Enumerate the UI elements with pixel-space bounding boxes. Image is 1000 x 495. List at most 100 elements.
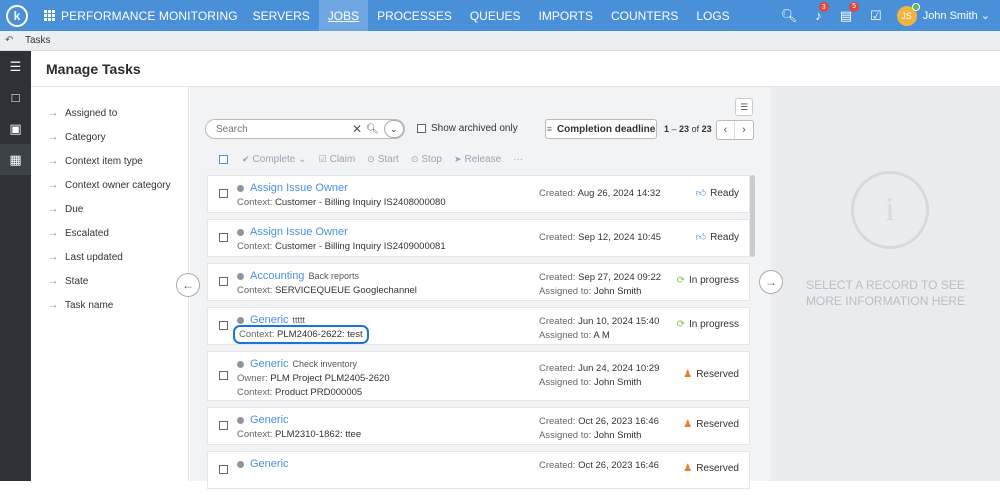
tasks-icon[interactable]: ▤ 5 <box>840 1 860 24</box>
assigned-value: A M <box>593 330 610 341</box>
created-line: Created: Sep 12, 2024 10:45 <box>539 232 661 243</box>
list-item[interactable]: Accounting Back reports Context: SERVICEQ… <box>207 263 750 301</box>
task-link[interactable]: Generic <box>250 458 289 470</box>
search-options-dropdown[interactable]: ⌄ <box>383 120 404 138</box>
show-archived-toggle[interactable]: Show archived only <box>417 123 518 134</box>
more-actions[interactable]: ··· <box>513 154 523 165</box>
list-item[interactable]: Generic Context: PLM2310-1862: ttee Crea… <box>207 407 750 445</box>
bell-icon[interactable]: ♪ 3 <box>815 2 829 23</box>
select-all-checkbox[interactable] <box>219 155 228 164</box>
clipboard-icon[interactable]: □ <box>0 82 31 113</box>
priority-dot-icon <box>237 460 244 468</box>
priority-dot-icon <box>237 184 244 192</box>
stop-action[interactable]: ⊙ Stop <box>411 154 442 165</box>
list-item[interactable]: Assign Issue Owner Context: Customer - B… <box>207 219 750 257</box>
sort-button[interactable]: ≡ Completion deadline <box>545 119 657 139</box>
thumbs-up-icon: 👍︎ <box>695 232 707 243</box>
pagination: ‹ › <box>716 120 754 140</box>
clipboard-check-icon[interactable]: ▣ <box>0 113 31 144</box>
status-label: In progress <box>688 275 739 286</box>
release-action[interactable]: ➤ Release <box>454 154 501 165</box>
priority-dot-icon <box>237 360 244 368</box>
search-input[interactable] <box>216 123 348 135</box>
avatar[interactable]: JS <box>896 2 920 26</box>
row-checkbox[interactable] <box>219 233 228 242</box>
row-meta: Created: Jun 10, 2024 15:40 Assigned to:… <box>539 316 659 344</box>
filter-escalated[interactable]: → Escalated <box>31 221 188 245</box>
collapse-left-button[interactable]: ← <box>176 273 200 297</box>
list-item[interactable]: Generic ttttt Context: PLM2406-2622: test… <box>207 307 750 345</box>
list-item[interactable]: Assign Issue Owner Context: Customer - B… <box>207 175 750 213</box>
nav-servers[interactable]: SERVERS <box>244 0 319 31</box>
clear-icon[interactable]: ✕ <box>352 122 362 136</box>
row-context: Context: PLM2310-1862: ttee <box>237 429 361 440</box>
nav-counters[interactable]: COUNTERS <box>602 0 687 31</box>
nav-logs[interactable]: LOGS <box>687 0 738 31</box>
highlighted-context: Context: PLM2406-2622: test <box>233 325 369 344</box>
filter-assigned-to[interactable]: → Assigned to <box>31 101 188 125</box>
task-link[interactable]: Generic <box>250 414 289 426</box>
nav-processes[interactable]: PROCESSES <box>368 0 461 31</box>
status-badge: ⟳ In progress <box>677 319 739 330</box>
row-checkbox[interactable] <box>219 321 228 330</box>
start-label: Start <box>377 154 399 165</box>
arrow-right-icon: → <box>48 251 58 263</box>
created-value: Jun 10, 2024 15:40 <box>578 316 660 327</box>
stop-label: Stop <box>421 154 442 165</box>
send-icon: ➤ <box>453 154 462 164</box>
next-page-button[interactable]: › <box>735 121 753 139</box>
row-checkbox[interactable] <box>219 371 228 380</box>
back-arrow-icon[interactable]: ↶ <box>5 35 19 46</box>
nav-imports[interactable]: IMPORTS <box>530 0 602 31</box>
assigned-line: Assigned to: John Smith <box>539 430 659 441</box>
filter-last-updated[interactable]: → Last updated <box>31 245 188 269</box>
brand-menu[interactable]: PERFORMANCE MONITORING <box>44 9 238 23</box>
list-scrollbar[interactable] <box>750 175 755 257</box>
search-icon[interactable]: 🔍︎ <box>366 124 379 135</box>
claim-action[interactable]: ☑ Claim <box>319 154 356 165</box>
filter-label: Task name <box>65 299 114 311</box>
task-link[interactable]: Assign Issue Owner <box>250 226 348 238</box>
filter-panel: → Assigned to → Category → Context item typ… <box>31 87 189 481</box>
collapse-right-button[interactable]: → <box>759 270 783 294</box>
nav-jobs[interactable]: JOBS <box>318 0 369 31</box>
row-checkbox[interactable] <box>219 421 228 430</box>
filter-context-item-type[interactable]: → Context item type <box>31 149 188 173</box>
prev-page-button[interactable]: ‹ <box>717 121 735 139</box>
context-value: SERVICEQUEUE Googlechannel <box>275 285 417 296</box>
list-item[interactable]: Generic Created: Oct 26, 2023 16:46 ♟ Res… <box>207 451 750 489</box>
filter-state[interactable]: → State <box>31 269 188 293</box>
row-checkbox[interactable] <box>219 277 228 286</box>
row-checkbox[interactable] <box>219 189 228 198</box>
list-item[interactable]: Generic Check inventory Owner: PLM Projec… <box>207 351 750 401</box>
start-action[interactable]: ⊙ Start <box>367 154 399 165</box>
complete-action[interactable]: ✔ Complete ⌄ <box>242 154 307 165</box>
filter-category[interactable]: → Category <box>31 125 188 149</box>
person-icon: ♟ <box>683 463 693 474</box>
filter-task-name[interactable]: → Task name <box>31 293 188 317</box>
list-menu-icon[interactable]: ☰ <box>735 98 753 116</box>
user-menu[interactable]: John Smith ⌄ <box>923 9 990 22</box>
created-label: Created: <box>539 232 576 243</box>
task-link[interactable]: Generic <box>250 314 289 326</box>
arrow-right-icon: → <box>48 299 58 311</box>
hamburger-menu-icon[interactable]: ☰ <box>0 51 31 82</box>
row-title: Generic <box>237 458 289 470</box>
row-checkbox[interactable] <box>219 465 228 474</box>
show-archived-checkbox[interactable] <box>417 124 426 133</box>
checklist-icon[interactable]: ☑ <box>870 8 882 24</box>
task-link[interactable]: Accounting <box>250 270 304 282</box>
task-link[interactable]: Assign Issue Owner <box>250 182 348 194</box>
show-archived-label: Show archived only <box>431 123 518 134</box>
search-icon[interactable]: 🔍︎ <box>781 8 798 24</box>
nav-queues[interactable]: QUEUES <box>461 0 530 31</box>
filter-label: Due <box>65 203 84 215</box>
tasks-clipboard-icon[interactable]: ▦ <box>0 144 31 175</box>
filter-due[interactable]: → Due <box>31 197 188 221</box>
task-link[interactable]: Generic <box>250 358 289 370</box>
app-logo[interactable]: k <box>6 4 28 27</box>
claim-label: Claim <box>329 154 356 165</box>
filter-context-owner-category[interactable]: → Context owner category <box>31 173 188 197</box>
list-content: ☰ ✕ 🔍︎ ⌄ Show archived only ≡ Completion… <box>190 87 771 489</box>
status-label: In progress <box>688 319 739 330</box>
